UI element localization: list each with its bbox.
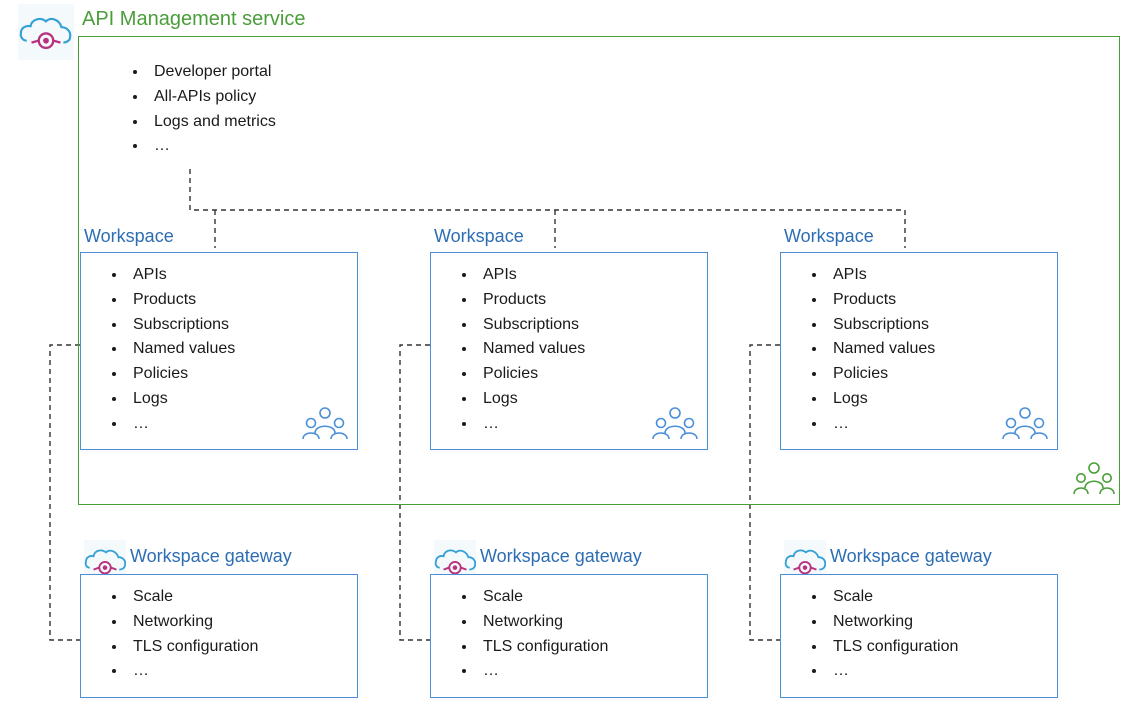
gateway-item: Networking bbox=[477, 610, 608, 635]
gateway-item: TLS configuration bbox=[827, 635, 958, 660]
service-feature-item: Logs and metrics bbox=[148, 110, 276, 135]
workspace-item: Policies bbox=[127, 362, 235, 387]
gateway-item: … bbox=[477, 659, 608, 684]
gateway-item: TLS configuration bbox=[127, 635, 258, 660]
gateway-item: … bbox=[127, 659, 258, 684]
gateway-title: Workspace gateway bbox=[830, 546, 992, 567]
service-feature-list: Developer portal All-APIs policy Logs an… bbox=[112, 60, 276, 159]
workspace-item: Products bbox=[827, 288, 935, 313]
service-feature-item: Developer portal bbox=[148, 60, 276, 85]
workspace-item: Products bbox=[127, 288, 235, 313]
workspace-item: Named values bbox=[127, 337, 235, 362]
workspace-item: APIs bbox=[827, 263, 935, 288]
workspace-title: Workspace bbox=[84, 226, 174, 247]
workspace-users-icon bbox=[301, 403, 349, 443]
workspace-item: … bbox=[127, 412, 235, 437]
gateway-title: Workspace gateway bbox=[130, 546, 292, 567]
workspace-box: APIs Products Subscriptions Named values… bbox=[430, 252, 708, 450]
gateway-box: Scale Networking TLS configuration … bbox=[780, 574, 1058, 698]
gateway-item: Scale bbox=[477, 585, 608, 610]
diagram-canvas: API Management service Developer portal … bbox=[0, 0, 1133, 719]
gateway-item: TLS configuration bbox=[477, 635, 608, 660]
workspace-title: Workspace bbox=[434, 226, 524, 247]
workspace-users-icon bbox=[1001, 403, 1049, 443]
workspace-item: Logs bbox=[477, 387, 585, 412]
workspace-users-icon bbox=[651, 403, 699, 443]
workspace-item: Subscriptions bbox=[477, 313, 585, 338]
gateway-item: … bbox=[827, 659, 958, 684]
workspace-item: APIs bbox=[477, 263, 585, 288]
workspace-item: Subscriptions bbox=[827, 313, 935, 338]
workspace-title: Workspace bbox=[784, 226, 874, 247]
workspace-item: Logs bbox=[127, 387, 235, 412]
workspace-item: Products bbox=[477, 288, 585, 313]
service-feature-item: All-APIs policy bbox=[148, 85, 276, 110]
gateway-item: Networking bbox=[827, 610, 958, 635]
workspace-item: Logs bbox=[827, 387, 935, 412]
apim-service-icon bbox=[18, 4, 74, 60]
workspace-item: APIs bbox=[127, 263, 235, 288]
gateway-title: Workspace gateway bbox=[480, 546, 642, 567]
workspace-item: Subscriptions bbox=[127, 313, 235, 338]
service-feature-item: … bbox=[148, 134, 276, 159]
workspace-item: Named values bbox=[827, 337, 935, 362]
workspace-item: … bbox=[827, 412, 935, 437]
gateway-item: Scale bbox=[127, 585, 258, 610]
gateway-item: Networking bbox=[127, 610, 258, 635]
gateway-item: Scale bbox=[827, 585, 958, 610]
workspace-item: Policies bbox=[827, 362, 935, 387]
workspace-box: APIs Products Subscriptions Named values… bbox=[780, 252, 1058, 450]
apim-service-title: API Management service bbox=[82, 8, 305, 31]
workspace-box: APIs Products Subscriptions Named values… bbox=[80, 252, 358, 450]
workspace-item: … bbox=[477, 412, 585, 437]
workspace-item: Named values bbox=[477, 337, 585, 362]
service-users-icon bbox=[1072, 458, 1116, 498]
gateway-box: Scale Networking TLS configuration … bbox=[430, 574, 708, 698]
gateway-box: Scale Networking TLS configuration … bbox=[80, 574, 358, 698]
workspace-item: Policies bbox=[477, 362, 585, 387]
